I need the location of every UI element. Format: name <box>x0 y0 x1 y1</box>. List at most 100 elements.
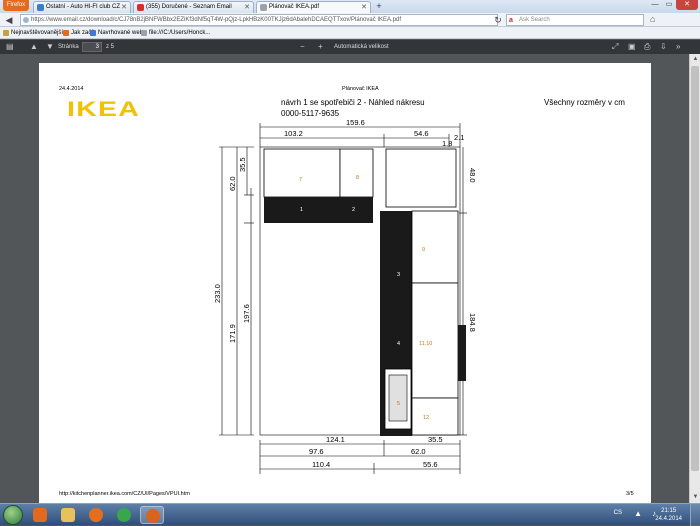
clock-time: 21:15 <box>661 508 677 514</box>
zoom-select[interactable]: Automatická velikost <box>334 40 389 54</box>
tab-pdf[interactable]: Plánovač IKEA.pdf ✕ <box>256 1 371 13</box>
footer-url: http://kitchenplanner.ikea.com/CZ/UI/Pag… <box>59 491 190 497</box>
taskbar-media-player[interactable] <box>28 506 52 524</box>
bookmark-icon <box>63 30 69 36</box>
item-number-7: 7 <box>299 177 302 183</box>
new-tab-button[interactable]: + <box>373 1 385 12</box>
close-tab-icon[interactable]: ✕ <box>244 2 250 13</box>
bookmark-icon <box>3 30 9 36</box>
tab-label: Plánovač IKEA.pdf <box>269 4 320 10</box>
dim-right-lower: 184.8 <box>468 313 477 332</box>
bookmark-label: Navrhované weby <box>98 30 147 36</box>
tab-ostatni[interactable]: Ostatní - Auto HI-FI club CZ ✕ <box>33 1 131 13</box>
folder-icon <box>61 508 75 522</box>
site-identity-icon[interactable] <box>23 17 29 23</box>
bookmark-icon <box>90 30 96 36</box>
dim-left-lower: 171.9 <box>228 324 237 343</box>
back-button[interactable]: ◀ <box>3 14 15 26</box>
scroll-up-icon[interactable]: ▲ <box>691 55 700 64</box>
zoom-in-icon[interactable]: + <box>318 40 323 54</box>
navigation-bar: ◀ https://www.email.cz/download/c/CJ78nB… <box>0 13 700 27</box>
footer-page: 3/5 <box>626 491 634 497</box>
browser-window: Firefox Ostatní - Auto HI-FI club CZ ✕ (… <box>0 0 700 526</box>
language-indicator[interactable]: CS <box>614 510 622 516</box>
dim-left-upper-total: 62.0 <box>228 176 237 191</box>
previous-page-icon[interactable]: ▲ <box>30 40 38 54</box>
bookmark-label: Nejnavštěvovanější <box>11 30 64 36</box>
minimize-button[interactable]: — <box>648 0 662 10</box>
home-icon[interactable]: ⌂ <box>650 14 655 24</box>
kitchen-drawing: 159.6 103.2 54.6 1.8 2.1 35.5 62.0 233.0… <box>213 118 477 474</box>
page-number-input[interactable]: 3 <box>82 42 102 52</box>
vertical-scrollbar[interactable]: ▲ ▼ <box>689 54 700 503</box>
tools-icon[interactable]: » <box>676 40 680 54</box>
page-total: z 5 <box>106 44 115 50</box>
dim-bottom-row1-left: 124.1 <box>326 435 345 444</box>
system-clock[interactable]: 21:15 24.4.2014 <box>655 507 682 523</box>
tab-label: (355) Doručené - Seznam Email <box>146 4 232 10</box>
taskbar-chrome[interactable] <box>112 506 136 524</box>
firefox-icon <box>146 509 160 523</box>
dim-top-right: 54.6 <box>414 129 429 138</box>
tab-email[interactable]: (355) Doručené - Seznam Email ✕ <box>133 1 254 13</box>
next-page-icon[interactable]: ▼ <box>46 40 54 54</box>
dim-top-total: 159.6 <box>346 118 365 127</box>
fullscreen-icon[interactable]: ⤢ <box>612 40 618 54</box>
taskbar: CS ▲ ♪ 21:15 24.4.2014 <box>0 503 700 526</box>
item-number-4: 4 <box>397 341 400 347</box>
item-number-3: 3 <box>397 272 400 278</box>
network-icon[interactable]: ▲ <box>634 509 642 518</box>
dim-top-left: 103.2 <box>284 129 303 138</box>
item-number-1: 1 <box>300 207 303 213</box>
dim-top-small: 1.8 <box>442 139 452 148</box>
pdf-toolbar: ▤ ▲ ▼ Stránka 3 z 5 − + Automatická veli… <box>0 40 700 54</box>
zoom-out-icon[interactable]: − <box>300 40 305 54</box>
firefox-menu-button[interactable]: Firefox <box>3 0 29 11</box>
open-file-icon[interactable]: ▣ <box>628 40 636 54</box>
tab-label: Ostatní - Auto HI-FI club CZ <box>46 4 121 10</box>
close-tab-icon[interactable]: ✕ <box>361 2 367 13</box>
sidebar-toggle-icon[interactable]: ▤ <box>6 40 14 54</box>
pdf-page: 24.4.2014 Plánovač IKEA návrh 1 se spotř… <box>39 63 651 503</box>
tab-strip: Firefox Ostatní - Auto HI-FI club CZ ✕ (… <box>0 0 700 13</box>
bookmark-local-file[interactable]: file:///C:/Users/Honck... <box>141 27 210 39</box>
dim-bottom-row3-right: 55.6 <box>423 460 438 469</box>
url-bar[interactable]: https://www.email.cz/download/c/CJ78nB2j… <box>20 14 498 26</box>
start-button[interactable] <box>3 505 23 525</box>
item-number-2: 2 <box>352 207 355 213</box>
close-window-button[interactable]: ✕ <box>676 0 698 10</box>
search-engine-icon[interactable]: a <box>509 16 513 26</box>
url-text: https://www.email.cz/download/c/CJ78nB2j… <box>31 17 402 23</box>
item-number-8: 8 <box>356 175 359 181</box>
pdf-viewer[interactable]: 24.4.2014 Plánovač IKEA návrh 1 se spotř… <box>0 54 689 503</box>
dim-bottom-row2-right: 62.0 <box>411 447 426 456</box>
reload-icon[interactable]: ↻ <box>492 14 504 26</box>
taskbar-firefox[interactable] <box>84 506 108 524</box>
item-number-12: 12 <box>423 415 429 421</box>
bookmark-label: file:///C:/Users/Honck... <box>149 30 211 36</box>
search-input[interactable]: a Ask Search <box>506 14 644 26</box>
dim-bottom-row1-right: 35.5 <box>428 435 443 444</box>
chrome-icon <box>117 508 131 522</box>
dim-left-total: 233.0 <box>213 284 222 303</box>
taskbar-explorer[interactable] <box>56 506 80 524</box>
bookmark-most-visited[interactable]: Nejnavštěvovanější <box>3 27 63 39</box>
dim-bottom-row2-left: 97.6 <box>309 447 324 456</box>
site-icon <box>137 4 144 11</box>
dim-left-upper-h: 35.5 <box>238 157 247 172</box>
download-icon[interactable]: ⇩ <box>660 40 667 54</box>
close-tab-icon[interactable]: ✕ <box>121 2 127 13</box>
bookmarks-bar: Nejnavštěvovanější Jak začít Navrhované … <box>0 27 700 39</box>
scroll-thumb[interactable] <box>691 66 699 471</box>
dim-left-inner: 197.6 <box>242 304 251 323</box>
item-number-11-10: 11,10 <box>419 341 432 347</box>
print-icon[interactable]: ⎙ <box>644 40 650 54</box>
maximize-button[interactable]: ▭ <box>662 0 676 10</box>
show-desktop-button[interactable] <box>690 504 700 526</box>
taskbar-firefox-active[interactable] <box>140 506 164 524</box>
dim-right-upper: 48.0 <box>468 168 477 183</box>
scroll-down-icon[interactable]: ▼ <box>691 493 700 502</box>
bookmark-suggested-sites[interactable]: Navrhované weby <box>90 27 146 39</box>
item-number-5: 5 <box>397 401 400 407</box>
window-controls: — ▭ ✕ <box>648 0 698 10</box>
